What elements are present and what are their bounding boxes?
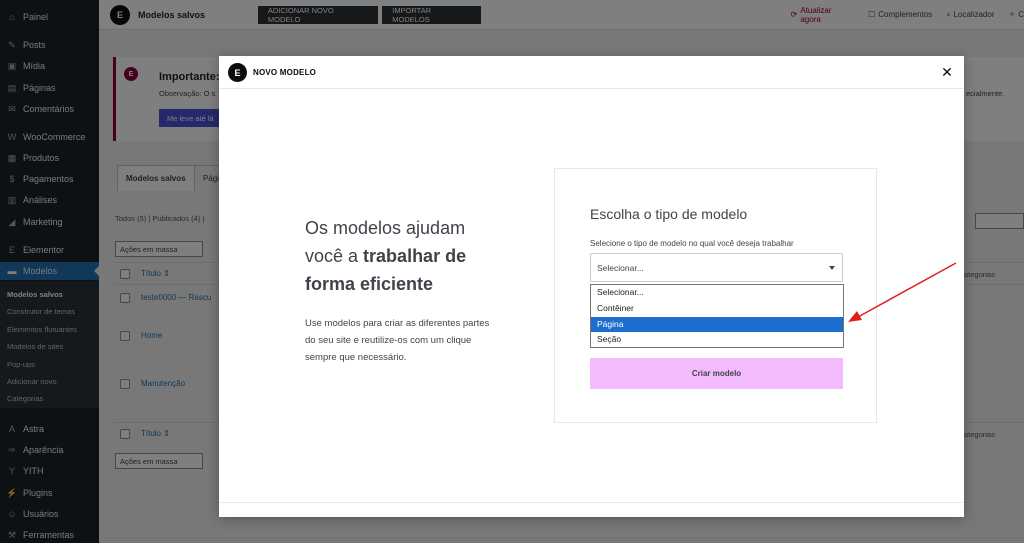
option-conteiner[interactable]: Contêiner <box>591 301 843 316</box>
new-template-modal: E NOVO MODELO ✕ Os modelos ajudam você a… <box>219 56 964 517</box>
option-selecionar[interactable]: Selecionar... <box>591 285 843 300</box>
form-title: Escolha o tipo de modelo <box>590 206 748 222</box>
template-type-form: Escolha o tipo de modelo Selecione o tip… <box>554 168 877 423</box>
create-template-button[interactable]: Criar modelo <box>590 358 843 389</box>
modal-footer-divider <box>219 502 964 503</box>
option-secao[interactable]: Seção <box>591 332 843 347</box>
modal-title: NOVO MODELO <box>253 68 317 77</box>
template-type-label: Selecione o tipo de modelo no qual você … <box>590 239 794 248</box>
template-type-select[interactable]: Selecionar... <box>590 253 843 282</box>
promo-description: Use modelos para criar as diferentes par… <box>305 318 490 363</box>
chevron-down-icon <box>829 266 835 270</box>
modal-header: E NOVO MODELO ✕ <box>219 56 964 89</box>
elementor-logo-icon: E <box>228 63 247 82</box>
template-type-dropdown: Selecionar... Contêiner Página Seção <box>590 284 844 348</box>
close-icon[interactable]: ✕ <box>939 64 955 80</box>
option-pagina[interactable]: Página <box>591 317 843 332</box>
promo-heading: Os modelos ajudam você a trabalhar de fo… <box>305 218 467 294</box>
